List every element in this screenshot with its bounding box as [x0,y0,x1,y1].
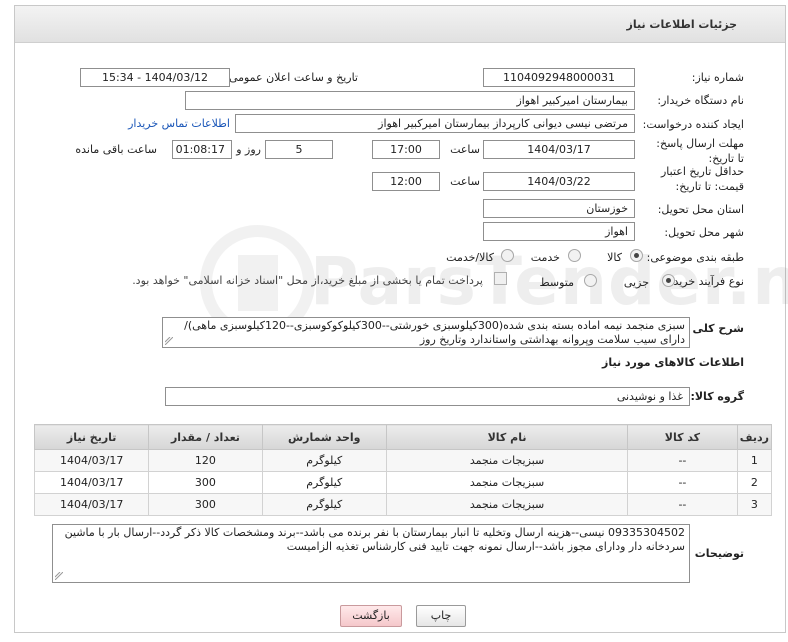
row-index: 1 [736,449,773,472]
table-row: 2 -- سبزیجات منجمد کیلوگرم 300 1404/03/1… [33,471,773,494]
purchase-process-label: نوع فرآیند خرید : [666,275,744,288]
process-option-medium: متوسط [539,276,574,289]
row-index: 3 [736,493,773,516]
row-qty: 300 [148,471,263,494]
reply-deadline-remaining-label: ساعت باقی مانده [75,143,157,156]
description-text: سبزی منجمد نیمه اماده بسته بندی شده(300ک… [184,319,685,346]
row-code: -- [627,449,738,472]
reply-deadline-time-label: ساعت [450,143,480,156]
delivery-city-field: اهواز [483,222,635,241]
category-option-goods: کالا [607,251,622,264]
row-code: -- [627,493,738,516]
reply-deadline-date: 1404/03/17 [483,140,635,159]
process-radio-medium[interactable] [584,274,597,287]
delivery-city-label: شهر محل تحویل: [664,226,744,239]
reply-deadline-remaining: 01:08:17 [172,140,232,159]
panel-title: جزئیات اطلاعات نیاز [626,18,738,31]
print-button[interactable]: چاپ [416,605,466,627]
col-index: ردیف [736,424,773,450]
delivery-province-field: خوزستان [483,199,635,218]
goods-section-title: اطلاعات کالاهای مورد نیاز [602,356,744,369]
goods-table: ردیف کد کالا نام کالا واحد شمارش تعداد /… [33,424,773,516]
row-date: 1404/03/17 [33,493,150,516]
row-unit: کیلوگرم [261,493,388,516]
price-validity-time-label: ساعت [450,175,480,188]
category-radio-service[interactable] [568,249,581,262]
price-validity-label: حداقل تاریخ اعتبار قیمت: تا تاریخ: [660,165,744,193]
buyer-notes-text: 09335304502 نیسی--هزینه ارسال وتخلیه تا … [64,526,685,553]
buyer-org-label: نام دستگاه خریدار: [657,94,744,107]
goods-group-field: غذا و نوشیدنی [165,387,690,406]
description-textarea[interactable]: سبزی منجمد نیمه اماده بسته بندی شده(300ک… [162,317,690,348]
buyer-org-field: بیمارستان امیرکبیر اهواز [185,91,635,110]
row-date: 1404/03/17 [33,449,150,472]
price-validity-time: 12:00 [372,172,440,191]
buyer-contact-link[interactable]: اطلاعات تماس خریدار [128,117,230,130]
col-name: نام کالا [385,424,629,450]
table-row: 3 -- سبزیجات منجمد کیلوگرم 300 1404/03/1… [33,493,773,516]
back-button[interactable]: بازگشت [340,605,402,627]
requester-field: مرتضی نیسی دیوانی کارپرداز بیمارستان امی… [235,114,635,133]
row-qty: 120 [148,449,263,472]
row-name: سبزیجات منجمد [385,493,629,516]
category-option-goods-service: کالا/خدمت [446,251,494,264]
announce-datetime-field: 1404/03/12 - 15:34 [80,68,230,87]
reply-deadline-time: 17:00 [372,140,440,159]
row-index: 2 [736,471,773,494]
price-validity-date: 1404/03/22 [483,172,635,191]
reply-deadline-days-label: روز و [236,143,261,156]
delivery-province-label: استان محل تحویل: [657,203,744,216]
row-date: 1404/03/17 [33,471,150,494]
goods-table-header: ردیف کد کالا نام کالا واحد شمارش تعداد /… [33,424,773,450]
treasury-checkbox[interactable] [494,272,507,285]
panel-header: جزئیات اطلاعات نیاز [15,6,785,43]
row-unit: کیلوگرم [261,471,388,494]
table-row: 1 -- سبزیجات منجمد کیلوگرم 120 1404/03/1… [33,449,773,472]
treasury-note: پرداخت تمام یا بخشی از مبلغ خرید،از محل … [132,274,483,287]
reply-deadline-label: مهلت ارسال پاسخ: تا تاریخ: [656,137,744,165]
row-unit: کیلوگرم [261,449,388,472]
reply-deadline-days: 5 [265,140,333,159]
process-radio-minor[interactable] [662,274,675,287]
row-qty: 300 [148,493,263,516]
need-number-field: 1104092948000031 [483,68,635,87]
resize-grip-icon[interactable] [165,337,173,345]
process-option-minor: جزیی [623,276,649,289]
category-radio-goods-service[interactable] [501,249,514,262]
category-radio-goods[interactable] [630,249,643,262]
col-code: کد کالا [627,424,738,450]
goods-group-label: گروه کالا: [690,390,744,403]
category-label: طبقه بندی موضوعی: [646,251,744,264]
need-number-label: شماره نیاز: [691,71,744,84]
announce-datetime-label: تاریخ و ساعت اعلان عمومی: [225,71,358,84]
requester-label: ایجاد کننده درخواست: [642,118,744,131]
row-name: سبزیجات منجمد [385,471,629,494]
col-qty: تعداد / مقدار [148,424,263,450]
col-unit: واحد شمارش [261,424,388,450]
row-code: -- [627,471,738,494]
row-name: سبزیجات منجمد [385,449,629,472]
buyer-notes-textarea[interactable]: 09335304502 نیسی--هزینه ارسال وتخلیه تا … [52,524,690,583]
col-date: تاریخ نیاز [33,424,150,450]
category-option-service: خدمت [530,251,560,264]
resize-grip-icon[interactable] [55,572,63,580]
